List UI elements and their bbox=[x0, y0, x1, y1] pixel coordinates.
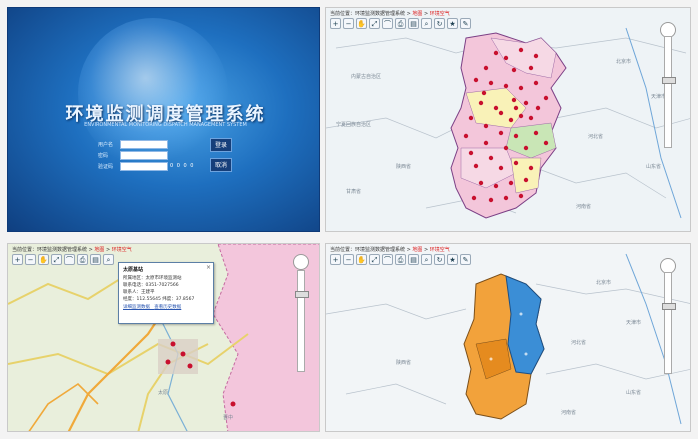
bookmark-icon[interactable]: ★ bbox=[447, 18, 458, 29]
svg-text:河南省: 河南省 bbox=[561, 409, 576, 416]
svg-text:内蒙古自治区: 内蒙古自治区 bbox=[351, 73, 381, 80]
measure-icon[interactable]: ⌒ bbox=[64, 254, 75, 265]
svg-text:宁夏回族自治区: 宁夏回族自治区 bbox=[336, 121, 371, 128]
svg-text:甘肃省: 甘肃省 bbox=[346, 188, 361, 195]
pan-hand-icon[interactable]: ✋ bbox=[356, 254, 367, 265]
password-field[interactable] bbox=[120, 151, 168, 160]
svg-text:北京市: 北京市 bbox=[596, 279, 611, 286]
station-info-popup: × 太原基站 所属地区：太原市环境监测站 联系电话：0351-7027566 联… bbox=[118, 262, 214, 324]
measure-icon[interactable]: ⌒ bbox=[382, 18, 393, 29]
breadcrumb-text: 当前位置：环境监测数据管理系统 > bbox=[12, 247, 93, 253]
svg-text:北京市: 北京市 bbox=[616, 58, 631, 65]
map-panel-regions: 北京市 天津市 河北省 山东省 河南省 陕西省 当前位置：环境监测数据管理系统 … bbox=[325, 243, 691, 432]
captcha-row: 验证码 0 0 0 0 bbox=[98, 162, 208, 171]
breadcrumb-link-map[interactable]: 地图 bbox=[412, 11, 422, 17]
breadcrumb-link-air[interactable]: 环境空气 bbox=[430, 247, 450, 253]
layer-icon[interactable]: ▤ bbox=[408, 18, 419, 29]
zoom-slider[interactable] bbox=[662, 36, 676, 148]
zoom-in-icon[interactable]: + bbox=[12, 254, 23, 265]
zoom-slider-knob[interactable] bbox=[662, 303, 676, 310]
layer-icon[interactable]: ▤ bbox=[90, 254, 101, 265]
refresh-icon[interactable]: ↻ bbox=[434, 254, 445, 265]
login-subtitle: ENVIRONMENTAL MONITORING DISPATCH MANAGE… bbox=[84, 122, 247, 128]
popup-link-detail-label: 详细监测数据 bbox=[123, 305, 150, 310]
password-row: 密码 bbox=[98, 151, 208, 160]
svg-text:河南省: 河南省 bbox=[576, 203, 591, 210]
map-toolbar: + − ✋ ⤢ ⌒ ⎙ ▤ ⌕ ↻ ★ ✎ bbox=[330, 18, 471, 30]
close-icon[interactable]: × bbox=[206, 264, 211, 271]
popup-link-history-label[interactable]: 查看历史数据 bbox=[154, 305, 181, 310]
popup-title: 太原基站 bbox=[123, 267, 144, 273]
zoom-slider-knob[interactable] bbox=[295, 291, 309, 298]
svg-text:山东省: 山东省 bbox=[646, 163, 661, 170]
popup-row: 联系电话：0351-7027566 bbox=[123, 283, 179, 288]
zoom-out-icon[interactable]: − bbox=[25, 254, 36, 265]
username-label: 用户名 bbox=[98, 142, 114, 148]
login-form: 用户名 密码 验证码 0 0 0 0 登录 取消 bbox=[98, 132, 234, 182]
zoom-slider[interactable] bbox=[662, 272, 676, 374]
zoom-out-icon[interactable]: − bbox=[343, 18, 354, 29]
svg-text:晋中: 晋中 bbox=[223, 414, 233, 421]
popup-row: 所属地区：太原市环境监测站 bbox=[123, 276, 182, 281]
breadcrumb-link-map[interactable]: 地图 bbox=[94, 247, 104, 253]
svg-text:山东省: 山东省 bbox=[626, 389, 641, 396]
breadcrumb-link-map[interactable]: 地图 bbox=[412, 247, 422, 253]
tool-icon[interactable]: ✎ bbox=[460, 254, 471, 265]
map-canvas[interactable]: 内蒙古自治区 宁夏回族自治区 陕西省 河南省 河北省 北京市 天津市 山东省 甘… bbox=[326, 8, 691, 232]
full-extent-icon[interactable]: ⤢ bbox=[369, 254, 380, 265]
map-panel-markers: 内蒙古自治区 宁夏回族自治区 陕西省 河南省 河北省 北京市 天津市 山东省 甘… bbox=[325, 7, 691, 232]
print-icon[interactable]: ⎙ bbox=[395, 18, 406, 29]
zoom-slider[interactable] bbox=[295, 270, 309, 372]
zoom-in-icon[interactable]: + bbox=[330, 254, 341, 265]
bookmark-icon[interactable]: ★ bbox=[447, 254, 458, 265]
breadcrumb-link-air[interactable]: 环境空气 bbox=[430, 11, 450, 17]
breadcrumb: 当前位置：环境监测数据管理系统 > 地图 > 环境空气 bbox=[12, 247, 132, 253]
pan-control[interactable] bbox=[293, 254, 309, 270]
captcha-field[interactable] bbox=[120, 162, 168, 171]
zoom-out-icon[interactable]: − bbox=[343, 254, 354, 265]
zoom-in-icon[interactable]: + bbox=[330, 18, 341, 29]
print-icon[interactable]: ⎙ bbox=[77, 254, 88, 265]
breadcrumb: 当前位置：环境监测数据管理系统 > 地图 > 环境空气 bbox=[330, 11, 450, 17]
map-canvas[interactable]: 北京市 天津市 河北省 山东省 河南省 陕西省 bbox=[326, 244, 691, 432]
breadcrumb-link-air[interactable]: 环境空气 bbox=[112, 247, 132, 253]
full-extent-icon[interactable]: ⤢ bbox=[51, 254, 62, 265]
map-toolbar: + − ✋ ⤢ ⌒ ⎙ ▤ ⌕ bbox=[12, 254, 114, 266]
svg-text:太原: 太原 bbox=[158, 389, 168, 396]
pan-hand-icon[interactable]: ✋ bbox=[38, 254, 49, 265]
svg-text:陕西省: 陕西省 bbox=[396, 359, 411, 366]
full-extent-icon[interactable]: ⤢ bbox=[369, 18, 380, 29]
refresh-icon[interactable]: ↻ bbox=[434, 18, 445, 29]
search-icon[interactable]: ⌕ bbox=[421, 18, 432, 29]
breadcrumb-text: 当前位置：环境监测数据管理系统 > bbox=[330, 247, 411, 253]
login-button[interactable]: 登录 bbox=[210, 138, 232, 152]
breadcrumb: 当前位置：环境监测数据管理系统 > 地图 > 环境空气 bbox=[330, 247, 450, 253]
search-icon[interactable]: ⌕ bbox=[103, 254, 114, 265]
layer-icon[interactable]: ▤ bbox=[408, 254, 419, 265]
captcha-label: 验证码 bbox=[98, 164, 114, 170]
popup-row: 联系人：王建平 bbox=[123, 290, 155, 295]
svg-text:河北省: 河北省 bbox=[588, 133, 603, 140]
zoom-slider-knob[interactable] bbox=[662, 77, 676, 84]
password-label: 密码 bbox=[98, 153, 109, 159]
breadcrumb-text: 当前位置：环境监测数据管理系统 > bbox=[330, 11, 411, 17]
search-icon[interactable]: ⌕ bbox=[421, 254, 432, 265]
svg-text:天津市: 天津市 bbox=[626, 319, 641, 326]
map-toolbar: + − ✋ ⤢ ⌒ ⎙ ▤ ⌕ ↻ ★ ✎ bbox=[330, 254, 471, 266]
popup-row: 经度：112.55645 纬度：37.8567 bbox=[123, 297, 195, 302]
pan-hand-icon[interactable]: ✋ bbox=[356, 18, 367, 29]
cancel-button[interactable]: 取消 bbox=[210, 158, 232, 172]
svg-text:河北省: 河北省 bbox=[571, 339, 586, 346]
measure-icon[interactable]: ⌒ bbox=[382, 254, 393, 265]
popup-link-detail[interactable]: 详细监测数据 查看历史数据 bbox=[123, 304, 209, 310]
tool-icon[interactable]: ✎ bbox=[460, 18, 471, 29]
svg-text:陕西省: 陕西省 bbox=[396, 163, 411, 170]
captcha-value: 0 0 0 0 bbox=[170, 163, 195, 169]
print-icon[interactable]: ⎙ bbox=[395, 254, 406, 265]
login-panel: 环境监测调度管理系统 ENVIRONMENTAL MONITORING DISP… bbox=[7, 7, 320, 232]
username-field[interactable] bbox=[120, 140, 168, 149]
username-row: 用户名 bbox=[98, 140, 208, 149]
